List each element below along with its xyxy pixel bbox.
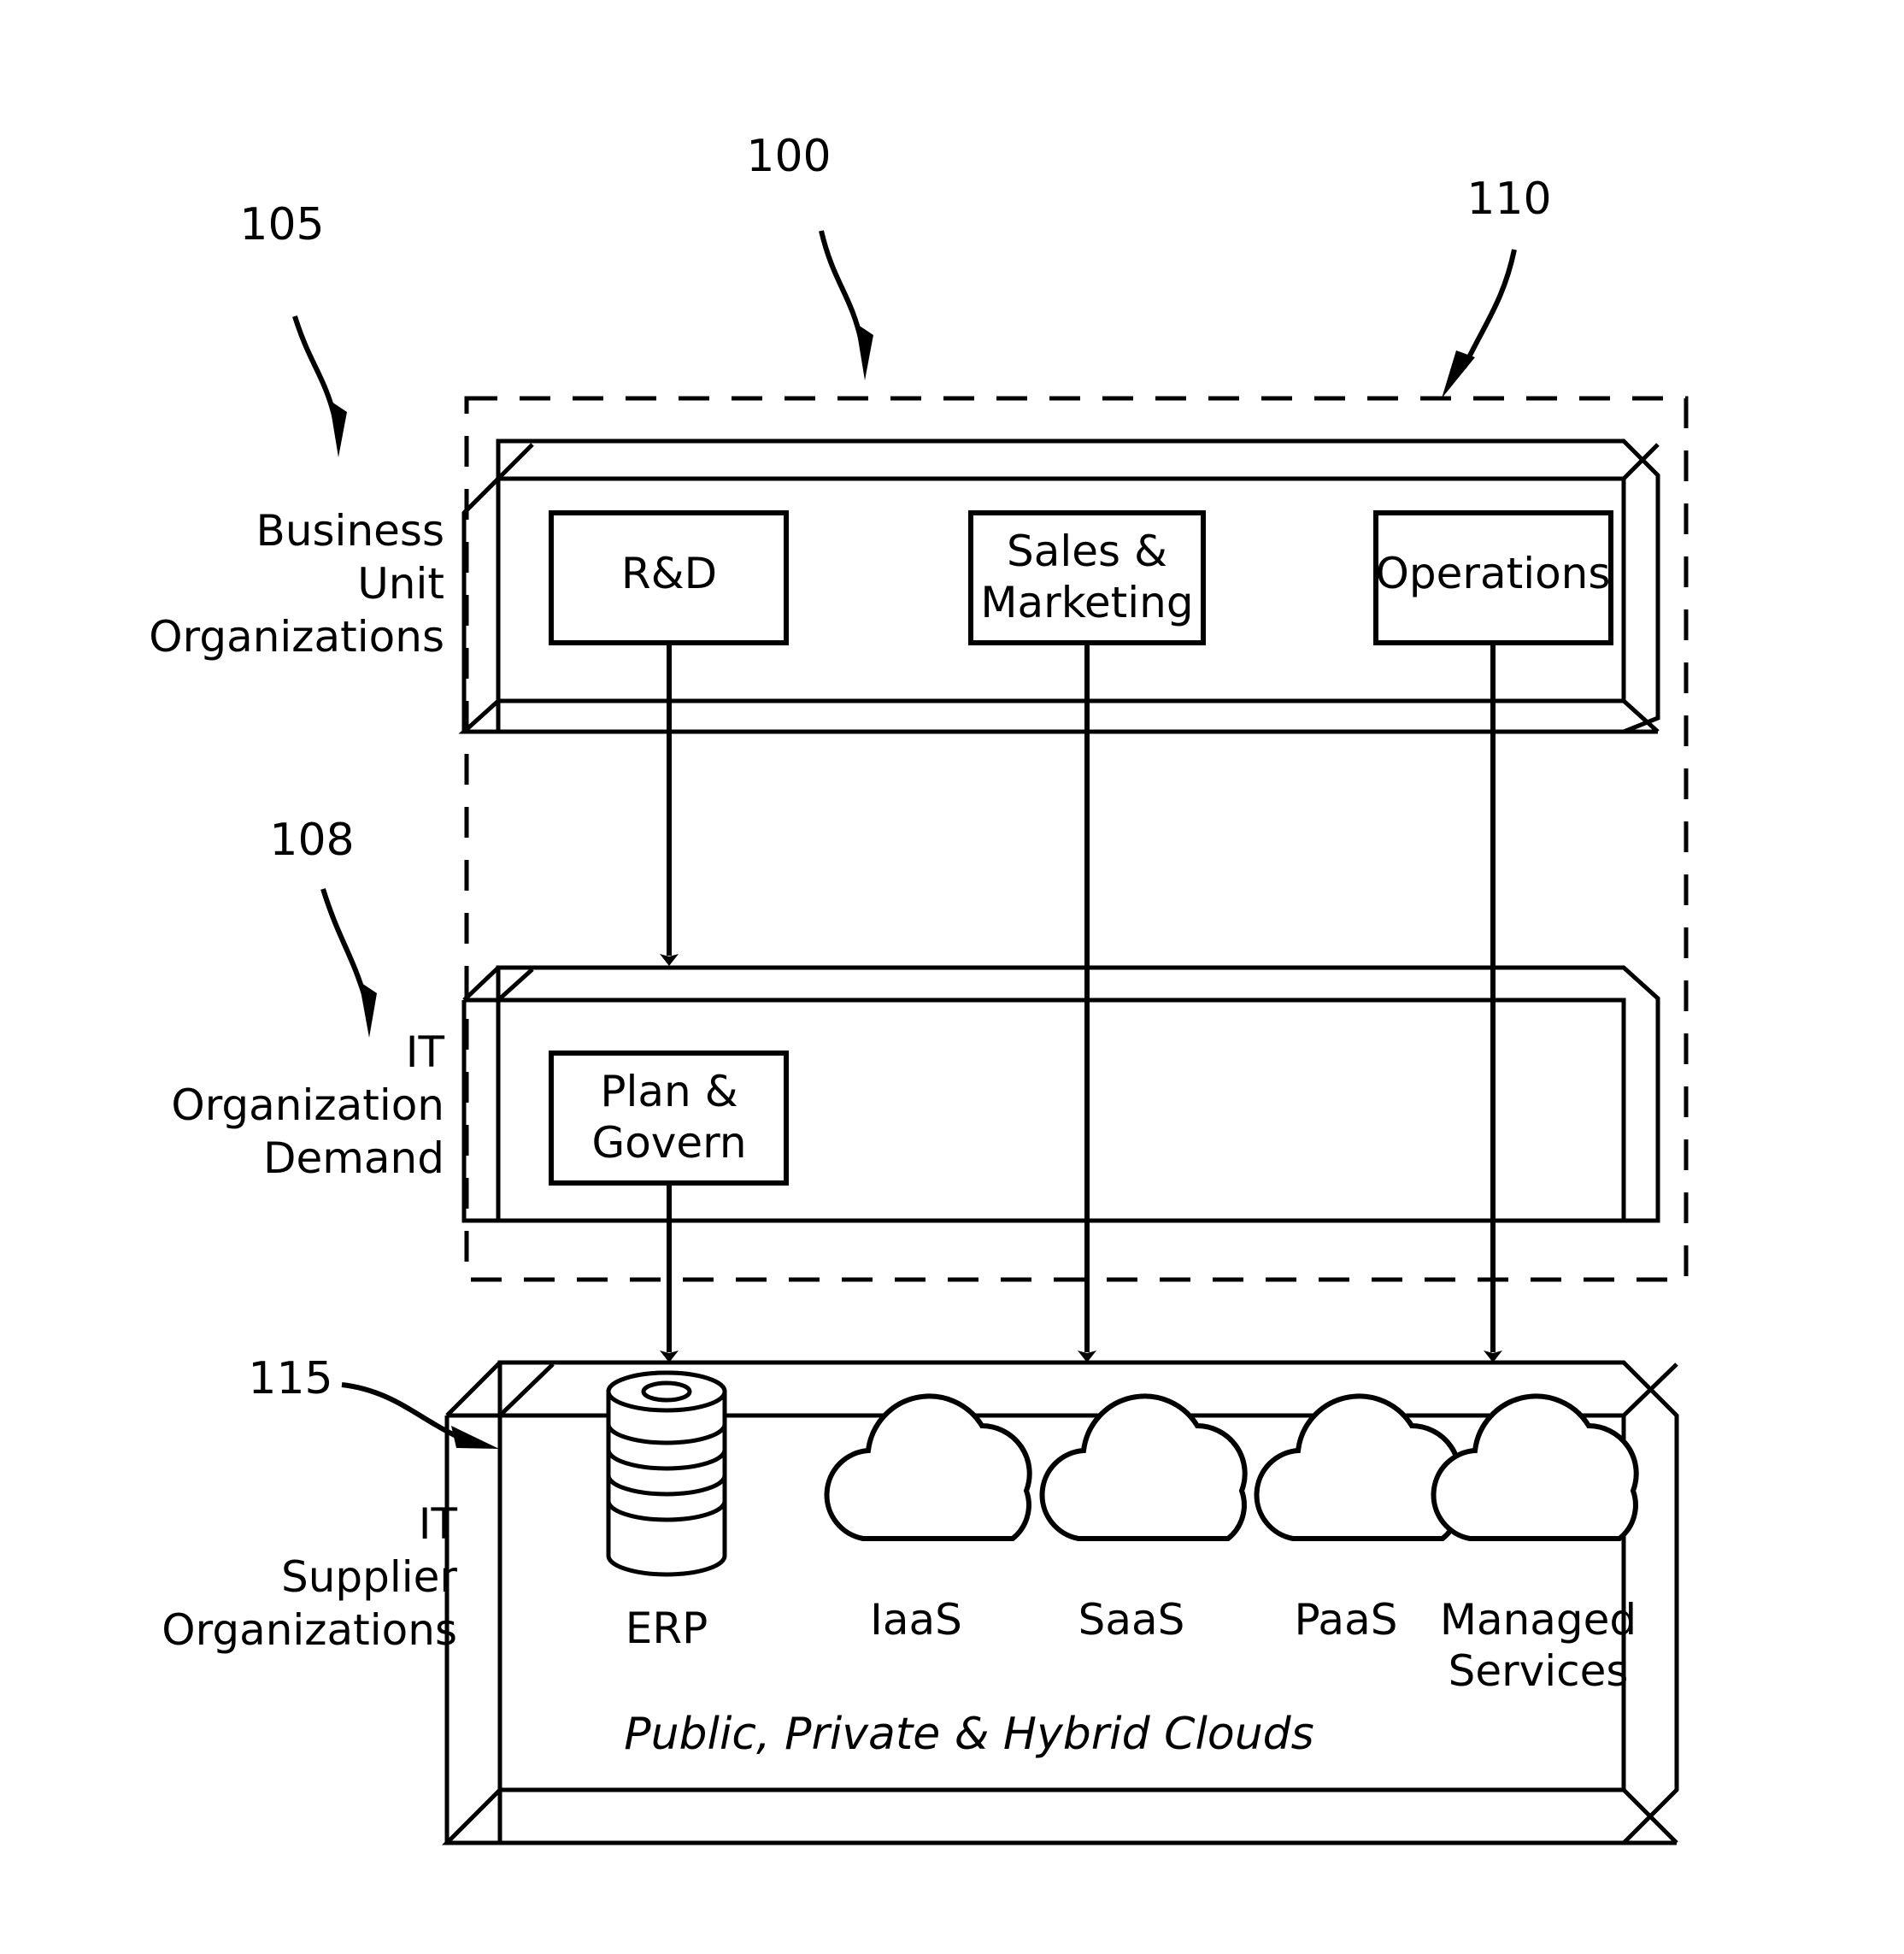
side-label-it-demand-line2: Organization [171,1080,444,1130]
ref-110-label: 110 [1466,174,1551,225]
side-label-it-supplier-line2: Supplier [281,1552,457,1602]
box-plan-govern-line1: Plan & [600,1067,738,1116]
saas-label: SaaS [1078,1595,1185,1645]
managed-services-line1: Managed [1440,1595,1637,1645]
paas-label: PaaS [1295,1595,1398,1645]
ref-100-label: 100 [746,131,831,182]
iaas-label: IaaS [870,1595,962,1645]
box-operations[interactable]: Operations [1373,510,1613,645]
erp-service[interactable]: ERP [606,1370,727,1653]
patent-figure: 100 105 110 108 115 Business Unit Organi… [0,0,1904,1954]
ref-108-label: 108 [269,815,354,866]
side-label-it-demand-line1: IT [406,1027,445,1077]
box-plan-govern-line2: Govern [591,1118,746,1168]
box-sales-marketing-line1: Sales & [1007,527,1167,576]
side-label-business-unit-line3: Organizations [149,612,444,662]
side-label-it-supplier-line1: IT [419,1499,458,1549]
erp-label: ERP [626,1604,708,1653]
side-label-it-supplier-line3: Organizations [162,1605,457,1655]
box-sales-marketing-line2: Marketing [980,578,1193,627]
side-label-business-unit-line1: Business [256,506,444,556]
box-rd-label: R&D [621,549,717,598]
box-plan-govern[interactable]: Plan & Govern [549,1051,789,1186]
database-cylinder-icon [606,1370,727,1577]
side-label-it-demand-line3: Demand [263,1133,444,1183]
ref-115-label: 115 [248,1353,332,1404]
box-operations-label: Operations [1376,549,1611,598]
ref-105-label: 105 [239,199,324,250]
managed-services-line2: Services [1449,1646,1629,1696]
clouds-caption: Public, Private & Hybrid Clouds [624,1709,1314,1760]
box-rd[interactable]: R&D [549,510,789,645]
box-sales-marketing[interactable]: Sales & Marketing [968,510,1206,645]
side-label-business-unit-line2: Unit [357,559,444,609]
